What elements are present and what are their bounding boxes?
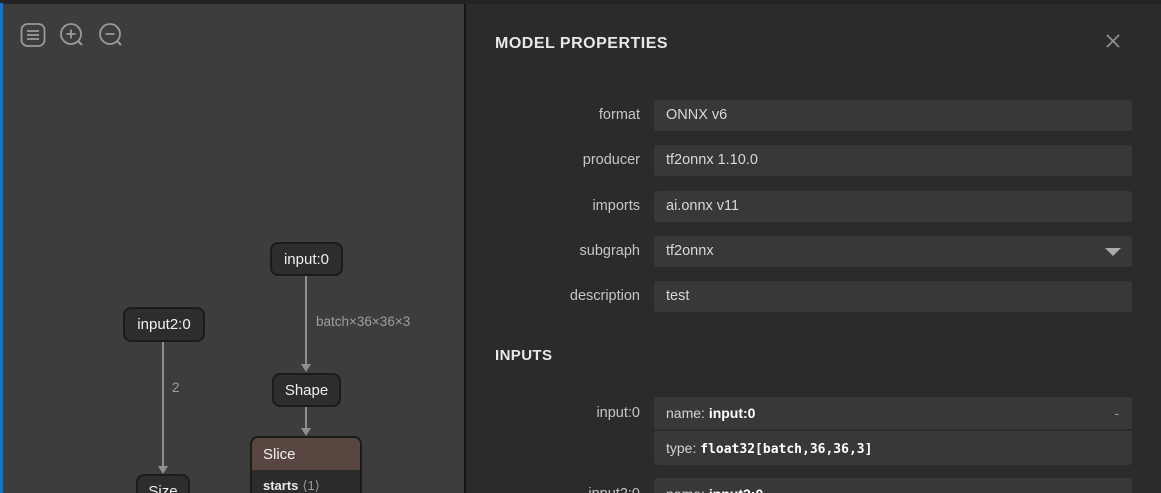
field-label-subgraph: subgraph: [466, 236, 640, 267]
name-key: name:: [666, 405, 705, 421]
inputs-section-header: INPUTS: [495, 347, 552, 364]
chevron-down-icon[interactable]: [1105, 248, 1121, 256]
graph-node-size[interactable]: Size: [136, 474, 190, 493]
input2-name-value: input2:0: [709, 486, 763, 493]
attr-name: starts: [263, 478, 298, 493]
input2-name-row: name: input2:0: [654, 478, 1132, 493]
graph-node-slice[interactable]: Slice starts ⟨1⟩: [250, 436, 362, 493]
model-properties-panel: MODEL PROPERTIES format ONNX v6 producer…: [466, 4, 1161, 493]
type-key: type:: [666, 440, 696, 456]
window-top-strip: [0, 0, 1161, 4]
edge-input0-shape: [305, 276, 307, 366]
graph-node-input2[interactable]: input2:0: [123, 307, 205, 342]
edge-label-shape: batch×36×36×3: [316, 314, 410, 329]
zoom-out-icon[interactable]: [98, 22, 124, 48]
field-value-format: ONNX v6: [654, 100, 1132, 131]
arrowhead-icon: [301, 428, 311, 436]
field-label-producer: producer: [466, 145, 640, 176]
field-value-description: test: [654, 281, 1132, 312]
arrowhead-icon: [158, 466, 168, 474]
graph-node-input0[interactable]: input:0: [270, 242, 343, 276]
input2-label: input2:0: [466, 478, 640, 493]
input0-name-row: name: input:0 -: [654, 397, 1132, 430]
attr-dims: ⟨1⟩: [302, 478, 319, 493]
arrowhead-icon: [301, 364, 311, 372]
input0-name-value: input:0: [709, 405, 756, 421]
input0-type-row: type: float32[batch,36,36,3]: [654, 431, 1132, 465]
subgraph-selected-value: tf2onnx: [666, 243, 714, 259]
name-key: name:: [666, 486, 705, 493]
graph-canvas[interactable]: batch×36×36×3 2 input:0 input2:0 Shape S…: [0, 0, 466, 493]
edge-label-size: 2: [172, 380, 180, 395]
field-label-description: description: [466, 281, 640, 312]
field-label-format: format: [466, 100, 640, 131]
field-value-producer: tf2onnx 1.10.0: [654, 145, 1132, 176]
subgraph-select[interactable]: tf2onnx: [654, 236, 1132, 267]
close-icon[interactable]: [1102, 30, 1124, 52]
edge-input2-size: [162, 342, 164, 467]
zoom-in-icon[interactable]: [59, 22, 85, 48]
menu-icon[interactable]: [20, 22, 46, 48]
graph-toolbar: [20, 22, 124, 48]
slice-node-title: Slice: [252, 438, 360, 470]
accent-left-strip: [0, 3, 3, 493]
input0-label: input:0: [466, 397, 640, 430]
field-label-imports: imports: [466, 191, 640, 222]
input0-type-value: float32[batch,36,36,3]: [700, 442, 872, 457]
slice-node-attribute: starts ⟨1⟩: [252, 470, 360, 493]
panel-divider: [464, 4, 466, 493]
edge-shape-slice: [305, 407, 307, 429]
panel-title: MODEL PROPERTIES: [495, 35, 668, 53]
collapse-toggle[interactable]: -: [1114, 397, 1119, 430]
field-value-imports: ai.onnx v11: [654, 191, 1132, 222]
graph-node-shape[interactable]: Shape: [272, 373, 341, 407]
